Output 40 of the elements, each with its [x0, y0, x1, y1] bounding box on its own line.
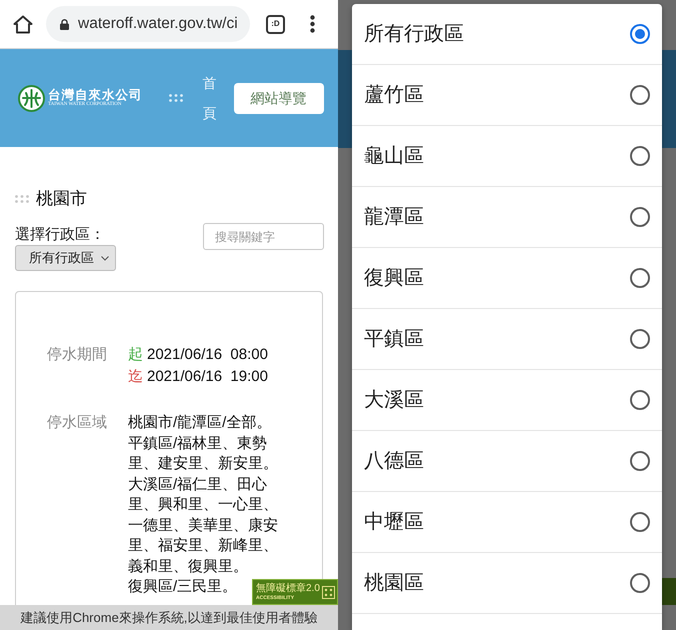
lock-icon	[60, 18, 69, 30]
district-option[interactable]: 桃園區	[352, 553, 662, 614]
district-label: 選擇行政區：	[15, 226, 106, 244]
home-icon[interactable]	[13, 14, 33, 34]
period-datetime: 2021/06/16 08:00	[147, 345, 268, 365]
logo-name: 台灣自來水公司	[48, 88, 142, 102]
district-option[interactable]: 龍潭區	[352, 187, 662, 248]
area-entry: 平鎮區/福林里、東勢里、建安里、新安里。	[128, 434, 279, 474]
start-marker: 起	[128, 345, 143, 365]
district-option[interactable]: 中壢區	[352, 492, 662, 553]
chevron-down-icon	[101, 256, 109, 260]
address-bar[interactable]: wateroff.water.gov.tw/ci	[46, 6, 250, 42]
district-option[interactable]: 蘆竹區	[352, 65, 662, 126]
district-select[interactable]: 所有行政區	[15, 245, 116, 271]
area-label: 停水區域	[47, 413, 108, 433]
dots-icon	[15, 195, 29, 203]
area-entry: 復興區/三民里。	[128, 577, 238, 597]
district-option[interactable]: 所有行政區	[352, 4, 662, 65]
url-text: wateroff.water.gov.tw/ci	[78, 14, 238, 34]
badge-title: 無障礙標章2.0	[256, 582, 321, 594]
period-datetime: 2021/06/16 19:00	[147, 367, 268, 387]
dimmed-badge	[662, 578, 676, 605]
more-menu-icon[interactable]	[310, 15, 315, 33]
period-label: 停水期間	[47, 345, 108, 365]
district-option[interactable]: 龜山區	[352, 126, 662, 187]
end-marker: 迄	[128, 367, 143, 387]
logo-emblem-icon	[18, 84, 45, 112]
badge-grid-icon	[322, 586, 335, 598]
page-title: 桃園市	[36, 189, 87, 209]
area-entry: 桃園市/龍潭區/全部。	[128, 413, 272, 433]
area-entry: 大溪區/福仁里、田心里、興和里、一心里、一德里、美華里、康安里、福安里、新峰里、義和里、復興里。	[128, 474, 279, 576]
search-field[interactable]: 搜尋關鍵字	[203, 223, 324, 250]
sitemap-button[interactable]: 網站導覽	[234, 82, 324, 114]
district-option[interactable]: 大溪區	[352, 370, 662, 431]
footer-notice: 建議使用Chrome來操作系統,以達到最佳使用者體驗	[20, 608, 318, 627]
tab-switcher-button[interactable]: :D	[266, 14, 285, 34]
district-option[interactable]: 復興區	[352, 248, 662, 309]
dots-icon	[168, 94, 182, 102]
district-option[interactable]: 八德區	[352, 431, 662, 492]
district-option[interactable]: 平鎮區	[352, 309, 662, 370]
